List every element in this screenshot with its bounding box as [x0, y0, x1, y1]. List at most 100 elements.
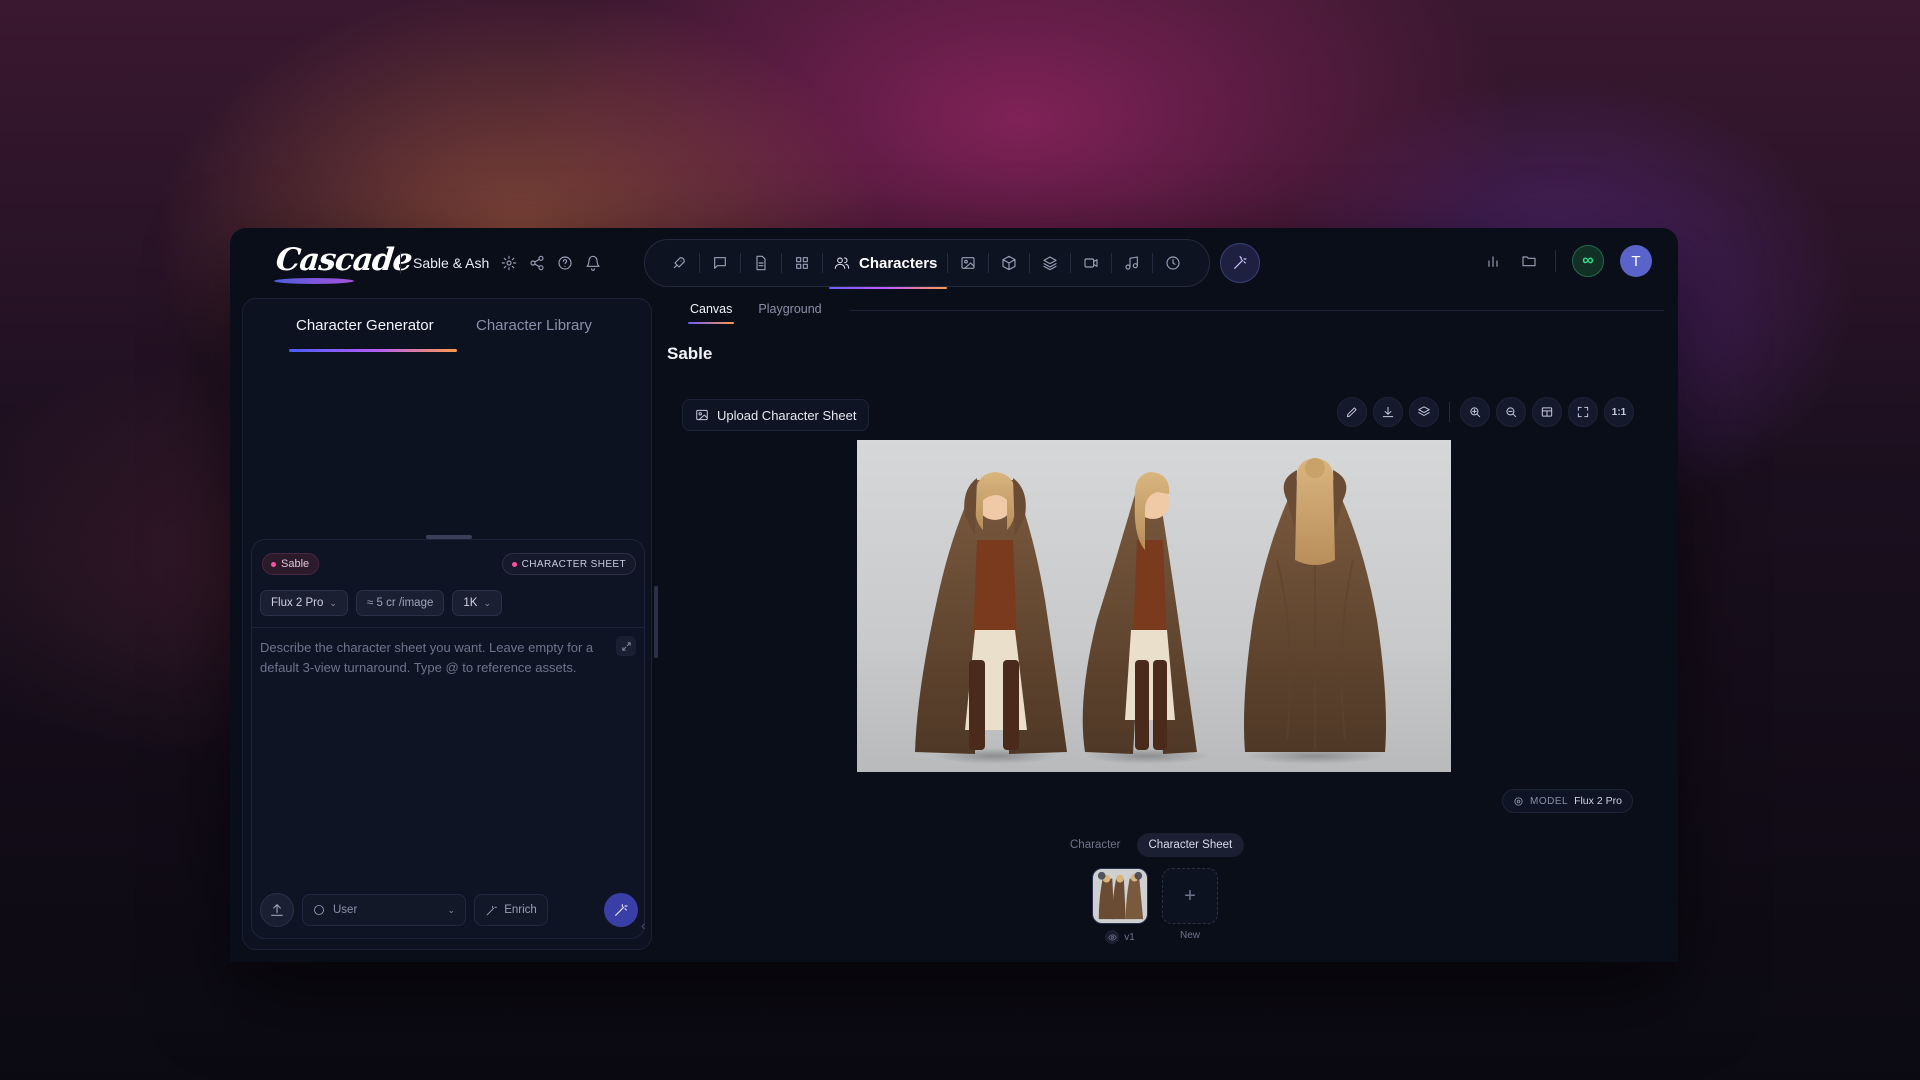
version-thumbnail[interactable]: [1092, 868, 1148, 924]
tab-character-generator[interactable]: Character Generator: [296, 317, 434, 334]
pencil-icon: [1345, 405, 1359, 419]
avatar[interactable]: T: [1620, 245, 1652, 277]
version-item[interactable]: v1: [1092, 868, 1148, 944]
chevron-down-icon: ⌄: [447, 904, 455, 915]
character-chip-label: Sable: [281, 558, 310, 570]
nav-item-characters[interactable]: Characters: [823, 243, 948, 289]
zoom-in-button[interactable]: [1460, 397, 1490, 427]
collapse-panel-icon[interactable]: ‹: [641, 917, 646, 933]
generate-button[interactable]: [604, 893, 638, 927]
enrich-button[interactable]: Enrich: [474, 894, 548, 926]
ai-assistant-button[interactable]: [1220, 243, 1260, 283]
character-sheet-image[interactable]: [857, 440, 1451, 772]
expand-icon[interactable]: [616, 636, 636, 656]
folder-icon[interactable]: [1519, 251, 1539, 271]
version-label-row: v1: [1105, 930, 1135, 944]
actual-size-button[interactable]: 1:1: [1604, 397, 1634, 427]
settings-icon[interactable]: [501, 255, 517, 271]
tab-playground[interactable]: Playground: [758, 302, 821, 316]
eye-icon[interactable]: [1105, 930, 1120, 944]
fit-icon: [1540, 405, 1554, 419]
layers-icon[interactable]: [1030, 243, 1070, 283]
tab-canvas[interactable]: Canvas: [687, 302, 735, 324]
project-name[interactable]: Sable & Ash: [413, 255, 489, 271]
layers-button[interactable]: [1409, 397, 1439, 427]
prompt-input[interactable]: Describe the character sheet you want. L…: [260, 638, 620, 678]
download-button[interactable]: [1373, 397, 1403, 427]
upload-button[interactable]: [260, 893, 294, 927]
zoom-out-icon: [1504, 405, 1518, 419]
version-strip: v1 + New: [1092, 868, 1218, 944]
version-thumbnail-image: [1093, 869, 1147, 923]
divider: [1555, 250, 1556, 272]
divider: [1449, 402, 1450, 422]
resolution-value: 1K: [463, 597, 478, 609]
prompt-composer: Sable CHARACTER SHEET Flux 2 Pro ⌄ ≈ 5 c…: [251, 539, 645, 939]
characters-icon: [833, 254, 851, 272]
magic-wand-icon: [1232, 255, 1248, 271]
model-select[interactable]: Flux 2 Pro ⌄: [260, 590, 348, 616]
view-toggle-character-sheet[interactable]: Character Sheet: [1136, 833, 1245, 857]
fullscreen-button[interactable]: [1568, 397, 1598, 427]
view-toggle-character[interactable]: Character: [1058, 833, 1133, 857]
upload-icon: [269, 902, 285, 918]
version-label: v1: [1124, 931, 1135, 943]
cube-icon[interactable]: [989, 243, 1029, 283]
music-icon[interactable]: [1112, 243, 1152, 283]
tab-character-library[interactable]: Character Library: [476, 317, 592, 334]
mode-badge[interactable]: CHARACTER SHEET: [501, 553, 636, 575]
magic-wand-icon: [613, 902, 629, 918]
generation-controls: Flux 2 Pro ⌄ ≈ 5 cr /image 1K ⌄: [260, 590, 502, 616]
model-badge: MODEL Flux 2 Pro: [1502, 789, 1633, 813]
chart-icon[interactable]: [1483, 251, 1503, 271]
status-dot: [271, 561, 276, 567]
fit-width-button[interactable]: [1532, 397, 1562, 427]
project-header: Sable & Ash: [400, 252, 601, 274]
divider: [252, 627, 644, 628]
chevron-down-icon: ⌄: [329, 597, 337, 608]
top-right-actions: ∞ T: [1483, 245, 1652, 277]
page-title: Sable: [667, 344, 713, 363]
credits-badge[interactable]: ∞: [1572, 245, 1604, 277]
plus-icon[interactable]: +: [1162, 868, 1218, 924]
resolution-select[interactable]: 1K ⌄: [452, 590, 502, 616]
rocket-icon[interactable]: [659, 243, 699, 283]
bell-icon[interactable]: [585, 255, 601, 271]
user-select[interactable]: User ⌄: [302, 894, 466, 926]
mode-badge-label: CHARACTER SHEET: [521, 558, 626, 570]
image-icon[interactable]: [948, 243, 988, 283]
grid-icon[interactable]: [782, 243, 822, 283]
share-icon[interactable]: [529, 255, 545, 271]
nav-item-label: Characters: [859, 254, 938, 272]
chevron-down-icon: ⌄: [483, 597, 491, 608]
wand-icon: [485, 904, 498, 917]
main-nav: Characters: [644, 239, 1210, 289]
divider: [400, 252, 401, 274]
app-window: Cascade Sable & Ash Characters ∞ T Chara…: [230, 228, 1678, 962]
gear-icon: [1513, 796, 1524, 807]
new-version-item[interactable]: + New: [1162, 868, 1218, 944]
upload-character-sheet-label: Upload Character Sheet: [717, 407, 857, 423]
new-version-label: New: [1179, 930, 1200, 941]
character-turnaround-illustration: [915, 458, 1386, 764]
help-icon[interactable]: [557, 255, 573, 271]
model-select-value: Flux 2 Pro: [271, 597, 324, 609]
cost-indicator: ≈ 5 cr /image: [355, 590, 445, 616]
image-upload-icon: [695, 408, 709, 422]
character-chip[interactable]: Sable: [262, 553, 320, 575]
zoom-out-button[interactable]: [1496, 397, 1526, 427]
app-logo[interactable]: Cascade: [274, 242, 413, 278]
document-icon[interactable]: [741, 243, 781, 283]
canvas-tabs: Canvas Playground: [687, 302, 822, 324]
scrollbar[interactable]: [654, 586, 658, 658]
top-bar: Cascade Sable & Ash Characters ∞ T: [230, 228, 1678, 298]
video-icon[interactable]: [1071, 243, 1111, 283]
user-icon: [313, 904, 325, 916]
edit-button[interactable]: [1337, 397, 1367, 427]
download-icon: [1381, 405, 1395, 419]
model-badge-value: Flux 2 Pro: [1574, 795, 1622, 807]
active-tab-indicator: [289, 349, 457, 352]
upload-character-sheet-button[interactable]: Upload Character Sheet: [682, 399, 870, 431]
chat-icon[interactable]: [700, 243, 740, 283]
clock-icon[interactable]: [1153, 243, 1193, 283]
